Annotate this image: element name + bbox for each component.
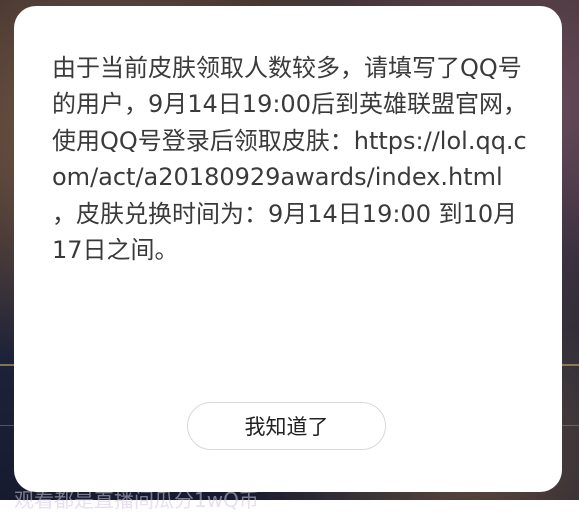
confirm-button[interactable]: 我知道了 — [187, 402, 386, 450]
dialog-message: 由于当前皮肤领取人数较多，请填写了QQ号的用户，9月14日19:00后到英雄联盟… — [52, 54, 527, 265]
notice-dialog: 由于当前皮肤领取人数较多，请填写了QQ号的用户，9月14日19:00后到英雄联盟… — [14, 6, 562, 492]
